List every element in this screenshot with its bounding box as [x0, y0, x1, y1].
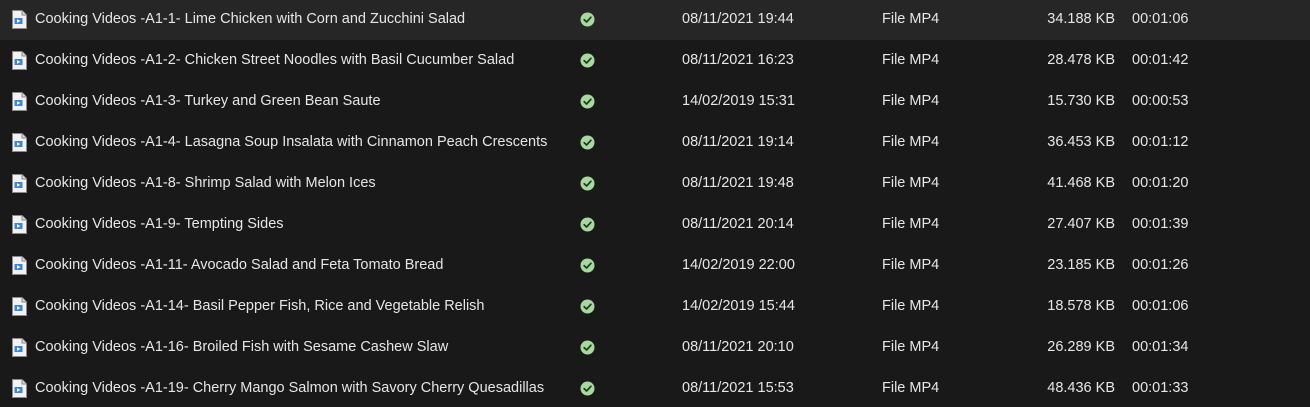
file-size: 27.407 KB [1047, 216, 1115, 232]
file-row[interactable]: Cooking Videos -A1-11- Avocado Salad and… [0, 245, 1310, 286]
file-length: 00:01:26 [1132, 257, 1189, 273]
file-row[interactable]: Cooking Videos -A1-19- Cherry Mango Salm… [0, 368, 1310, 407]
video-file-icon [11, 286, 29, 327]
video-file-icon [11, 245, 29, 286]
file-date-modified: 08/11/2021 15:53 [682, 380, 794, 396]
available-offline-check-icon [580, 40, 598, 81]
video-file-icon [11, 163, 29, 204]
video-file-icon [11, 0, 29, 40]
file-size: 36.453 KB [1047, 134, 1115, 150]
file-length: 00:01:12 [1132, 134, 1189, 150]
available-offline-check-icon [580, 81, 598, 122]
file-name[interactable]: Cooking Videos -A1-3- Turkey and Green B… [35, 81, 570, 122]
file-name[interactable]: Cooking Videos -A1-9- Tempting Sides [35, 204, 570, 245]
file-length: 00:00:53 [1132, 93, 1189, 109]
file-name[interactable]: Cooking Videos -A1-4- Lasagna Soup Insal… [35, 122, 570, 163]
file-date-modified: 08/11/2021 20:10 [682, 339, 794, 355]
video-file-icon [11, 40, 29, 81]
available-offline-check-icon [580, 368, 598, 407]
file-length: 00:01:34 [1132, 339, 1189, 355]
file-type: File MP4 [882, 93, 940, 109]
file-date-modified: 08/11/2021 19:14 [682, 134, 794, 150]
video-file-icon [11, 368, 29, 407]
available-offline-check-icon [580, 122, 598, 163]
file-name[interactable]: Cooking Videos -A1-14- Basil Pepper Fish… [35, 286, 570, 327]
file-type: File MP4 [882, 134, 940, 150]
file-name[interactable]: Cooking Videos -A1-2- Chicken Street Noo… [35, 40, 570, 81]
file-type: File MP4 [882, 52, 940, 68]
video-file-icon [11, 204, 29, 245]
available-offline-check-icon [580, 327, 598, 368]
available-offline-check-icon [580, 245, 598, 286]
file-name[interactable]: Cooking Videos -A1-1- Lime Chicken with … [35, 0, 570, 40]
video-file-icon [11, 327, 29, 368]
available-offline-check-icon [580, 163, 598, 204]
file-list: Cooking Videos -A1-1- Lime Chicken with … [0, 0, 1310, 407]
file-name[interactable]: Cooking Videos -A1-8- Shrimp Salad with … [35, 163, 570, 204]
file-type: File MP4 [882, 257, 940, 273]
file-length: 00:01:33 [1132, 380, 1189, 396]
file-date-modified: 14/02/2019 15:44 [682, 298, 795, 314]
file-size: 28.478 KB [1047, 52, 1115, 68]
file-type: File MP4 [882, 339, 940, 355]
file-row[interactable]: Cooking Videos -A1-2- Chicken Street Noo… [0, 40, 1310, 81]
file-date-modified: 08/11/2021 19:48 [682, 175, 794, 191]
file-size: 23.185 KB [1047, 257, 1115, 273]
file-date-modified: 08/11/2021 16:23 [682, 52, 794, 68]
file-date-modified: 14/02/2019 22:00 [682, 257, 795, 273]
file-length: 00:01:06 [1132, 11, 1189, 27]
file-size: 48.436 KB [1047, 380, 1115, 396]
file-row[interactable]: Cooking Videos -A1-16- Broiled Fish with… [0, 327, 1310, 368]
file-size: 18.578 KB [1047, 298, 1115, 314]
file-size: 15.730 KB [1047, 93, 1115, 109]
file-date-modified: 08/11/2021 20:14 [682, 216, 794, 232]
file-length: 00:01:06 [1132, 298, 1189, 314]
available-offline-check-icon [580, 0, 598, 40]
file-row[interactable]: Cooking Videos -A1-9- Tempting Sides 08/… [0, 204, 1310, 245]
available-offline-check-icon [580, 204, 598, 245]
file-row[interactable]: Cooking Videos -A1-4- Lasagna Soup Insal… [0, 122, 1310, 163]
file-type: File MP4 [882, 11, 940, 27]
file-size: 34.188 KB [1047, 11, 1115, 27]
file-name[interactable]: Cooking Videos -A1-16- Broiled Fish with… [35, 327, 570, 368]
file-row[interactable]: Cooking Videos -A1-3- Turkey and Green B… [0, 81, 1310, 122]
file-row[interactable]: Cooking Videos -A1-8- Shrimp Salad with … [0, 163, 1310, 204]
file-type: File MP4 [882, 216, 940, 232]
file-row[interactable]: Cooking Videos -A1-1- Lime Chicken with … [0, 0, 1310, 40]
file-name[interactable]: Cooking Videos -A1-11- Avocado Salad and… [35, 245, 570, 286]
file-row[interactable]: Cooking Videos -A1-14- Basil Pepper Fish… [0, 286, 1310, 327]
file-type: File MP4 [882, 380, 940, 396]
file-type: File MP4 [882, 298, 940, 314]
file-date-modified: 08/11/2021 19:44 [682, 11, 794, 27]
file-size: 26.289 KB [1047, 339, 1115, 355]
video-file-icon [11, 122, 29, 163]
file-type: File MP4 [882, 175, 940, 191]
video-file-icon [11, 81, 29, 122]
file-name[interactable]: Cooking Videos -A1-19- Cherry Mango Salm… [35, 368, 570, 407]
file-date-modified: 14/02/2019 15:31 [682, 93, 795, 109]
file-length: 00:01:20 [1132, 175, 1189, 191]
available-offline-check-icon [580, 286, 598, 327]
file-length: 00:01:42 [1132, 52, 1189, 68]
file-size: 41.468 KB [1047, 175, 1115, 191]
file-length: 00:01:39 [1132, 216, 1189, 232]
